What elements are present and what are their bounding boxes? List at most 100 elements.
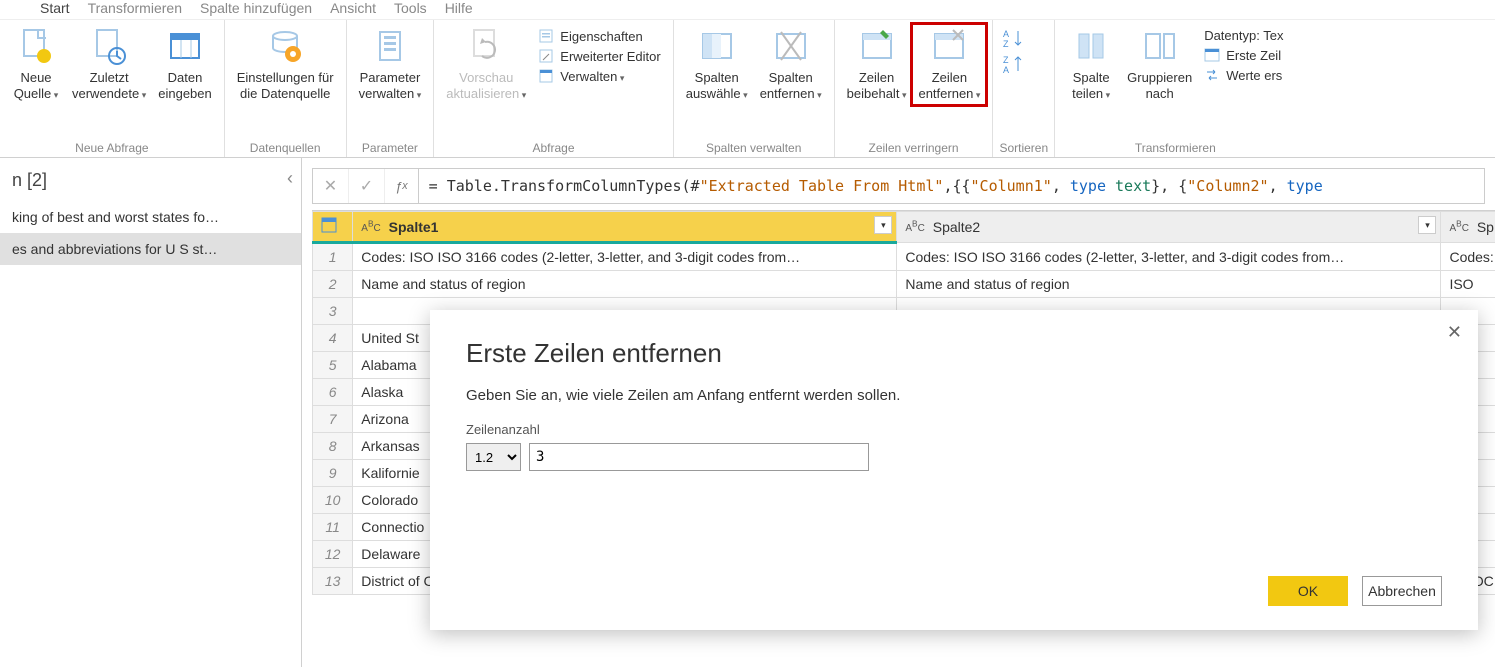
enter-data-icon [165,26,205,66]
group-by-button[interactable]: Gruppierennach [1121,24,1198,105]
refresh-preview-button[interactable]: Vorschauaktualisieren [440,24,532,105]
table-row[interactable]: 2Name and status of regionName and statu… [313,271,1495,298]
group-label-transform: Transformieren [1061,139,1289,155]
first-row-headers-button[interactable]: Erste Zeil [1204,47,1283,63]
cell[interactable]: Name and status of region [353,271,897,298]
cell[interactable]: ISO [1441,271,1495,298]
formula-bar: ✕ ✓ ƒx = Table.TransformColumnTypes(#"Ex… [312,168,1485,204]
cell[interactable]: Name and status of region [897,271,1441,298]
cell[interactable]: Codes: ISO ISO 3166 codes (2-letter, 3-l… [353,243,897,271]
collapse-pane-icon[interactable]: ‹ [287,168,293,189]
query-item-2[interactable]: es and abbreviations for U S st… [0,233,301,265]
editor-icon [538,48,554,64]
enter-data-label: Dateneingeben [158,70,212,103]
ribbon-group-manage-columns: Spaltenauswähle Spaltenentfernen Spalten… [674,20,835,157]
dialog-title: Erste Zeilen entfernen [466,338,1442,369]
abc-icon: ABC [361,223,380,234]
properties-icon [538,28,554,44]
remove-rows-label: Zeilenentfernen [918,70,980,103]
group-label-parameter: Parameter [353,139,428,155]
group-label-new-query: Neue Abfrage [6,139,218,155]
cell[interactable]: Codes: [1441,243,1495,271]
cancel-button[interactable]: Abbrechen [1362,576,1442,606]
abc-icon: ABC [1449,223,1468,234]
split-col-label: Spalteteilen [1072,70,1110,103]
table-icon [1204,47,1220,63]
query-item-1[interactable]: king of best and worst states fo… [0,201,301,233]
fx-icon[interactable]: ƒx [385,169,419,203]
tab-help[interactable]: Hilfe [445,0,473,16]
ribbon-group-query: Vorschauaktualisieren Eigenschaften Erwe… [434,20,673,157]
replace-values-button[interactable]: Werte ers [1204,67,1283,83]
tab-start[interactable]: Start [40,0,70,16]
manage-parameters-button[interactable]: Parameterverwalten [353,24,428,105]
choose-columns-button[interactable]: Spaltenauswähle [680,24,754,105]
choose-cols-label: Spaltenauswähle [686,70,748,103]
first-row-label: Erste Zeil [1226,48,1281,63]
grid-corner[interactable] [313,212,353,243]
sort-asc-icon[interactable]: AZ [1003,28,1025,48]
group-label-query: Abfrage [440,139,666,155]
remove-columns-icon [771,26,811,66]
row-number: 8 [313,433,353,460]
formula-commit-icon[interactable]: ✓ [349,169,385,203]
dialog-description: Geben Sie an, wie viele Zeilen am Anfang… [466,387,1442,404]
column-header-1[interactable]: ABC Spalte1 ▾ [353,212,897,243]
recent-sources-button[interactable]: Zuletztverwendete [66,24,152,105]
row-count-input[interactable] [529,443,869,471]
data-source-settings-button[interactable]: Einstellungen fürdie Datenquelle [231,24,340,105]
filter-icon[interactable]: ▾ [874,216,892,234]
tab-transform[interactable]: Transformieren [88,0,182,16]
ribbon-group-parameter: Parameterverwalten Parameter [347,20,435,157]
ribbon-group-sort: AZ ZA Sortieren [993,20,1055,157]
manage-query-button[interactable]: Verwalten [538,68,660,84]
tab-add-column[interactable]: Spalte hinzufügen [200,0,312,16]
svg-text:A: A [1003,65,1009,74]
row-number: 9 [313,460,353,487]
enter-data-button[interactable]: Dateneingeben [152,24,218,105]
row-number: 6 [313,379,353,406]
properties-button[interactable]: Eigenschaften [538,28,660,44]
row-number: 2 [313,271,353,298]
new-source-label: NeueQuelle [14,70,59,103]
new-source-button[interactable]: NeueQuelle [6,24,66,105]
row-count-label: Zeilenanzahl [466,422,540,437]
ok-button[interactable]: OK [1268,576,1348,606]
column-header-3[interactable]: ABC Sp [1441,212,1495,243]
keep-rows-label: Zeilenbeibehalt [847,70,907,103]
properties-label: Eigenschaften [560,29,642,44]
table-row[interactable]: 1Codes: ISO ISO 3166 codes (2-letter, 3-… [313,243,1495,271]
row-number: 1 [313,243,353,271]
value-type-select[interactable]: 1.2 [466,443,521,471]
replace-label: Werte ers [1226,68,1282,83]
ribbon-group-transform: Spalteteilen Gruppierennach Datentyp: Te… [1055,20,1295,157]
adv-editor-label: Erweiterter Editor [560,49,660,64]
abc-icon: ABC [905,223,924,234]
datatype-button[interactable]: Datentyp: Tex [1204,28,1283,43]
remove-top-rows-dialog: ✕ Erste Zeilen entfernen Geben Sie an, w… [430,310,1478,630]
split-column-button[interactable]: Spalteteilen [1061,24,1121,105]
formula-text[interactable]: = Table.TransformColumnTypes(#"Extracted… [419,177,1484,195]
keep-rows-icon [857,26,897,66]
group-by-icon [1140,26,1180,66]
formula-cancel-icon[interactable]: ✕ [313,169,349,203]
column-header-2[interactable]: ABC Spalte2 ▾ [897,212,1441,243]
tab-tools[interactable]: Tools [394,0,427,16]
group-by-label: Gruppierennach [1127,70,1192,103]
remove-rows-button[interactable]: Zeilenentfernen [912,24,986,105]
keep-rows-button[interactable]: Zeilenbeibehalt [841,24,913,105]
remove-cols-label: Spaltenentfernen [760,70,822,103]
row-number: 13 [313,568,353,595]
svg-text:A: A [1003,29,1009,39]
tab-view[interactable]: Ansicht [330,0,376,16]
sort-desc-icon[interactable]: ZA [1003,54,1025,74]
close-icon[interactable]: ✕ [1447,322,1462,343]
replace-icon [1204,67,1220,83]
group-label-reduce-rows: Zeilen verringern [841,139,987,155]
cell[interactable]: Codes: ISO ISO 3166 codes (2-letter, 3-l… [897,243,1441,271]
manage-label: Verwalten [560,69,624,84]
advanced-editor-button[interactable]: Erweiterter Editor [538,48,660,64]
remove-columns-button[interactable]: Spaltenentfernen [754,24,828,105]
filter-icon[interactable]: ▾ [1418,216,1436,234]
row-number: 5 [313,352,353,379]
